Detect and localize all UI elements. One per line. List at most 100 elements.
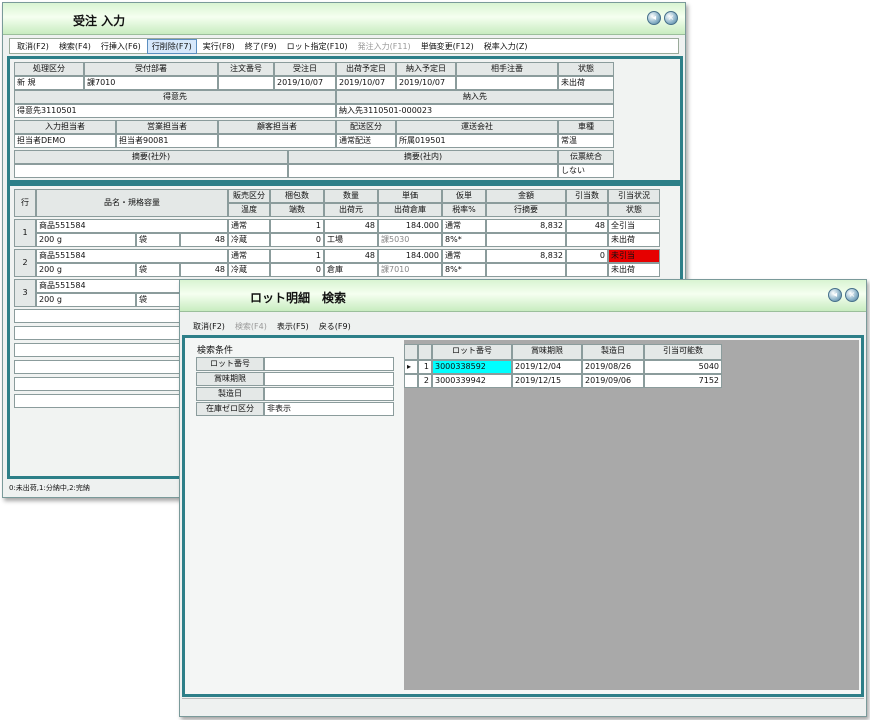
menu-tax[interactable]: 税率入力(Z) [480,40,532,53]
row-kakaku[interactable]: 通常 [442,219,486,233]
lot-menu-cancel[interactable]: 取消(F2) [189,320,229,333]
lot-menu-back[interactable]: 戻る(F9) [315,320,355,333]
label-tekiyo-out: 摘要(社外) [14,150,288,164]
label-denpyo: 伝票統合 [558,150,614,164]
menu-lot[interactable]: ロット指定(F10) [283,40,352,53]
lot-number-input[interactable] [264,357,394,371]
tokui-field[interactable]: 得意先3110501 [14,104,336,118]
shashu-field[interactable]: 常温 [558,134,614,148]
lot-row-qty[interactable]: 5040 [644,360,722,374]
tekiyo-in-field[interactable] [288,164,558,178]
lot-menu-display[interactable]: 表示(F5) [273,320,313,333]
nyuryoku-field[interactable]: 担当者DEMO [14,134,116,148]
lot-row-exp[interactable]: 2019/12/04 [512,360,582,374]
row-konpo[interactable]: 1 [270,249,324,263]
row-number: 3 [14,279,36,307]
nonyusaki-field[interactable]: 納入先3110501-000023 [336,104,614,118]
row-unit-qty: 48 [180,233,228,247]
row-shukkamoto[interactable]: 倉庫 [324,263,378,277]
row-number: 1 [14,219,36,247]
minimize-icon[interactable]: ◂ [647,11,661,25]
row-ondo: 冷蔵 [228,263,270,277]
unsou-field[interactable]: 所属019501 [396,134,558,148]
col-mfg-date[interactable]: 製造日 [582,344,644,360]
lot-row-exp[interactable]: 2019/12/15 [512,374,582,388]
row-jotai: 未出荷 [608,263,660,277]
minimize-icon[interactable]: ◂ [828,288,842,302]
lot-row-lot[interactable]: 3000339942 [432,374,512,388]
denpyo-field[interactable]: しない [558,164,614,178]
row-gyo[interactable] [486,263,566,277]
col-konpo: 梱包数 [270,189,324,203]
expiry-input[interactable] [264,372,394,386]
menu-search[interactable]: 検索(F4) [55,40,95,53]
col-tanka: 単価 [378,189,442,203]
row-hanbai[interactable]: 通常 [228,219,270,233]
menu-exit[interactable]: 終了(F9) [241,40,281,53]
zero-stock-select[interactable]: 非表示 [264,402,394,416]
label-unsou: 運送会社 [396,120,558,134]
shukka-field[interactable]: 2019/10/07 [336,76,396,90]
row-kakaku[interactable]: 通常 [442,249,486,263]
menu-execute[interactable]: 実行(F8) [199,40,239,53]
col-lot-number[interactable]: ロット番号 [432,344,512,360]
row-unit: 袋 [136,293,180,307]
order-title-bar: 受注 入力 ◂ × [3,3,685,35]
label-kubun: 処理区分 [14,62,84,76]
row-unit-qty: 48 [180,263,228,277]
chumon-field[interactable] [218,76,274,90]
juchubi-field[interactable]: 2019/10/07 [274,76,336,90]
close-icon[interactable]: × [664,11,678,25]
kokyaku-field[interactable] [218,134,336,148]
lot-row-made[interactable]: 2019/08/26 [582,360,644,374]
row-qty-label: 200 g [36,293,136,307]
lot-row-qty[interactable]: 7152 [644,374,722,388]
row-soko[interactable]: 課5030 [378,233,442,247]
col-expiry[interactable]: 賞味期限 [512,344,582,360]
eigyo-field[interactable]: 担当者90081 [116,134,218,148]
lot-row-lot[interactable]: 3000338592 [432,360,512,374]
row-name[interactable]: 商品551584 [36,219,228,233]
menu-purchase[interactable]: 発注入力(F11) [354,40,415,53]
kubun-select[interactable]: 新 規 [14,76,84,90]
row-name[interactable]: 商品551584 [36,249,228,263]
row-suryo[interactable]: 48 [324,219,378,233]
label-nonyu: 納入予定日 [396,62,456,76]
row-tanka[interactable]: 184.000 [378,219,442,233]
label-chumon: 注文番号 [218,62,274,76]
row-tanka[interactable]: 184.000 [378,249,442,263]
row-gyo[interactable] [486,233,566,247]
dept-field[interactable]: 課7010 [84,76,218,90]
row-shukkamoto[interactable]: 工場 [324,233,378,247]
row-hasu[interactable]: 0 [270,233,324,247]
nonyu-field[interactable]: 2019/10/07 [396,76,456,90]
lot-search-window: ロット明細 検索 ◂ × 取消(F2) 検索(F4) 表示(F5) 戻る(F9)… [179,279,867,717]
row-hikiate: 0 [566,249,608,263]
mfg-date-input[interactable] [264,387,394,401]
menu-insert-row[interactable]: 行挿入(F6) [97,40,145,53]
grid-select-all[interactable] [418,344,432,360]
lot-title-bar: ロット明細 検索 ◂ × [180,280,866,312]
row-suryo[interactable]: 48 [324,249,378,263]
row-konpo[interactable]: 1 [270,219,324,233]
menu-price[interactable]: 単価変更(F12) [417,40,478,53]
label-kokyaku: 顧客担当者 [218,120,336,134]
haisou-field[interactable]: 通常配送 [336,134,396,148]
row-hanbai[interactable]: 通常 [228,249,270,263]
menu-cancel[interactable]: 取消(F2) [13,40,53,53]
close-icon[interactable]: × [845,288,859,302]
lot-menu-search[interactable]: 検索(F4) [231,320,271,333]
col-available-qty[interactable]: 引当可能数 [644,344,722,360]
col-hikiate: 引当数 [566,189,608,203]
row-jotai: 未出荷 [608,233,660,247]
aite-field[interactable] [456,76,558,90]
menu-delete-row[interactable]: 行削除(F7) [146,38,197,54]
lot-row-made[interactable]: 2019/09/06 [582,374,644,388]
col-jotai: 状態 [608,203,660,217]
col-jokyo: 引当状況 [608,189,660,203]
row-hasu[interactable]: 0 [270,263,324,277]
tekiyo-out-field[interactable] [14,164,288,178]
row-soko[interactable]: 課7010 [378,263,442,277]
row-zei: 8%* [442,263,486,277]
row-hikiate: 48 [566,219,608,233]
